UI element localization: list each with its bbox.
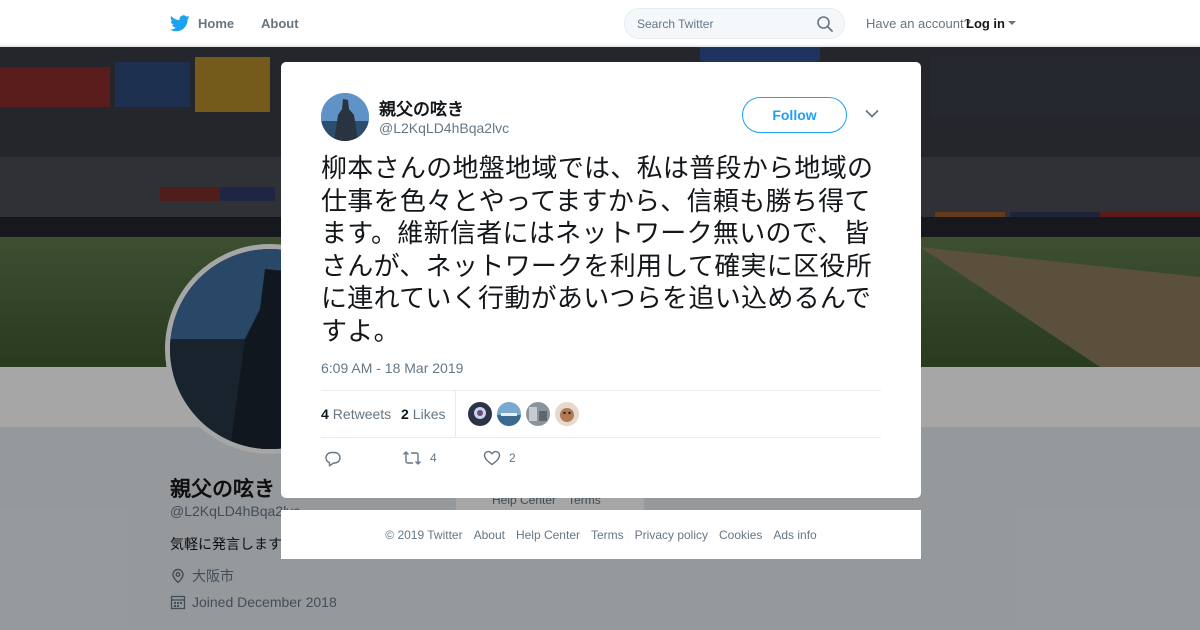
footer-privacy-link[interactable]: Privacy policy <box>635 528 708 542</box>
like-action-count: 2 <box>509 451 516 465</box>
nav-about-link[interactable]: About <box>261 16 299 31</box>
retweet-icon[interactable] <box>402 450 422 466</box>
footer-ads-info-link[interactable]: Ads info <box>773 528 816 542</box>
retweet-action[interactable]: 4 <box>402 450 437 466</box>
likes-stat[interactable]: 2 Likes <box>401 406 445 422</box>
chevron-down-icon[interactable] <box>865 109 879 119</box>
likers-avatars <box>468 402 579 426</box>
tweet-stats: 4 Retweets 2 Likes <box>321 390 881 438</box>
likes-count: 2 <box>401 406 409 422</box>
footer-cookies-link[interactable]: Cookies <box>719 528 762 542</box>
tweet-author-name[interactable]: 親父の呟き <box>379 95 464 120</box>
search-input[interactable]: Search Twitter <box>637 17 713 31</box>
footer-about-link[interactable]: About <box>474 528 505 542</box>
heart-icon[interactable] <box>483 450 501 466</box>
retweets-count: 4 <box>321 406 329 422</box>
search-box[interactable]: Search Twitter <box>624 8 845 39</box>
tweet-timestamp[interactable]: 6:09 AM - 18 Mar 2019 <box>321 360 463 376</box>
login-dropdown-caret-icon[interactable] <box>1008 21 1016 25</box>
tweet-modal: 親父の呟き @L2KqLD4hBqa2lvc Follow 柳本さんの地盤地域で… <box>281 62 921 498</box>
modal-footer: © 2019 Twitter About Help Center Terms P… <box>281 510 921 559</box>
follow-button[interactable]: Follow <box>742 97 847 133</box>
retweets-label: Retweets <box>332 406 392 422</box>
likes-label: Likes <box>412 406 446 422</box>
footer-copyright: © 2019 Twitter <box>385 527 463 542</box>
footer-terms-link[interactable]: Terms <box>591 528 624 542</box>
liker-avatar[interactable] <box>526 402 550 426</box>
like-action[interactable]: 2 <box>483 450 516 466</box>
close-icon[interactable] <box>1155 13 1177 35</box>
tweet-author-handle[interactable]: @L2KqLD4hBqa2lvc <box>379 120 509 136</box>
top-nav-bar: Home About Search Twitter Have an accoun… <box>0 0 1200 46</box>
retweets-stat[interactable]: 4 Retweets <box>321 406 391 422</box>
account-prompt: Have an account? <box>866 16 971 31</box>
nav-home-label: Home <box>198 15 235 31</box>
footer-help-center-link[interactable]: Help Center <box>516 528 580 542</box>
twitter-bird-icon <box>170 14 190 31</box>
reply-icon[interactable] <box>324 450 342 468</box>
login-link[interactable]: Log in <box>966 16 1005 31</box>
liker-avatar[interactable] <box>468 402 492 426</box>
tweet-text: 柳本さんの地盤地域では、私は普段から地域の仕事を色々とやってますから、信頼も勝ち… <box>321 154 874 347</box>
stats-divider <box>455 391 456 437</box>
liker-avatar[interactable] <box>497 402 521 426</box>
nav-home-link[interactable]: Home <box>170 13 234 33</box>
tweet-author-avatar[interactable] <box>321 93 369 141</box>
retweet-action-count: 4 <box>430 451 437 465</box>
tweet-actions: 4 2 <box>321 450 621 470</box>
search-icon[interactable] <box>816 15 834 33</box>
liker-avatar[interactable] <box>555 402 579 426</box>
